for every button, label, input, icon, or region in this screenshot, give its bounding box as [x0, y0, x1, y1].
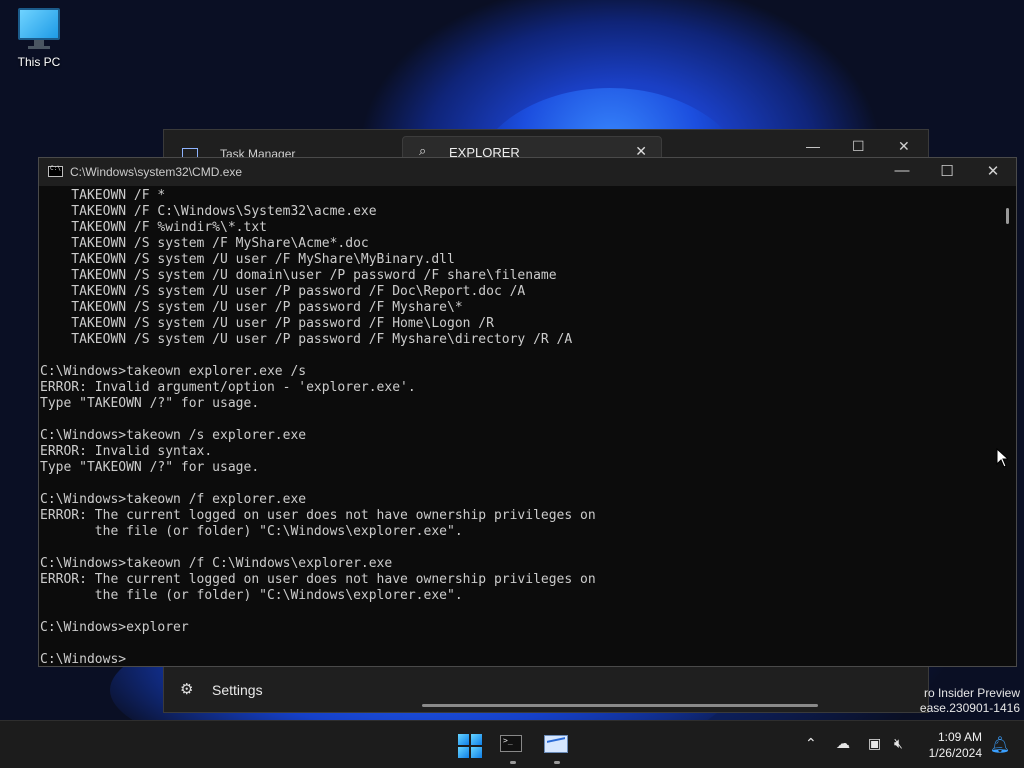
minimize-button[interactable]: — — [806, 138, 820, 154]
running-indicator — [510, 761, 516, 764]
cmd-window[interactable]: C:\Windows\system32\CMD.exe — ☐ ✕ TAKEOW… — [38, 157, 1017, 667]
network-icon[interactable]: ▣ — [868, 735, 881, 752]
cmd-output[interactable]: TAKEOWN /F * TAKEOWN /F C:\Windows\Syste… — [40, 188, 1000, 666]
terminal-line: ERROR: Invalid syntax. — [40, 444, 213, 459]
running-indicator — [554, 761, 560, 764]
terminal-line: Type "TAKEOWN /?" for usage. — [40, 396, 260, 411]
terminal-line: the file (or folder) "C:\Windows\explore… — [40, 524, 463, 539]
terminal-line: C:\Windows>takeown explorer.exe /s — [40, 364, 307, 379]
cmd-titlebar[interactable]: C:\Windows\system32\CMD.exe — ☐ ✕ — [39, 158, 1016, 186]
settings-label: Settings — [212, 682, 263, 698]
minimize-button[interactable]: — — [887, 162, 917, 179]
cloud-offline-icon[interactable]: ☁ — [836, 735, 850, 752]
monitor-icon — [18, 8, 60, 46]
volume-muted-icon[interactable]: 🔇︎ — [894, 735, 903, 752]
terminal-line: TAKEOWN /S system /F MyShare\Acme*.doc — [40, 236, 369, 251]
terminal-line: TAKEOWN /S system /U user /P password /F… — [40, 300, 463, 315]
cmd-icon — [48, 165, 63, 177]
terminal-line: the file (or folder) "C:\Windows\explore… — [40, 588, 463, 603]
terminal-icon — [500, 735, 522, 752]
clock-date: 1/26/2024 — [928, 746, 982, 760]
terminal-line: C:\Windows>takeown /f C:\Windows\explore… — [40, 556, 393, 571]
terminal-line: TAKEOWN /S system /U domain\user /P pass… — [40, 268, 557, 283]
terminal-line: C:\Windows>takeown /f explorer.exe — [40, 492, 307, 507]
terminal-line: Type "TAKEOWN /?" for usage. — [40, 460, 260, 475]
terminal-line: C:\Windows>explorer — [40, 620, 189, 635]
monitor-stand — [28, 46, 50, 49]
horizontal-scrollbar[interactable] — [422, 704, 818, 707]
close-button[interactable]: ✕ — [898, 138, 910, 155]
task-manager-taskbar-button[interactable] — [539, 729, 575, 764]
terminal-line: TAKEOWN /S system /U user /F MyShare\MyB… — [40, 252, 455, 267]
close-button[interactable]: ✕ — [978, 162, 1008, 180]
desktop-icon-label: This PC — [17, 55, 61, 69]
desktop-icon-this-pc[interactable]: This PC — [10, 8, 68, 78]
terminal-line: TAKEOWN /S system /U user /P password /F… — [40, 316, 494, 331]
windows-logo-icon — [458, 734, 482, 758]
vertical-scrollbar[interactable] — [999, 186, 1016, 666]
settings-nav-item[interactable]: ⚙ Settings — [164, 666, 404, 712]
terminal-line: ERROR: The current logged on user does n… — [40, 572, 596, 587]
notification-bell-icon[interactable]: 🔔︎ — [990, 735, 1010, 755]
start-button[interactable] — [450, 729, 486, 761]
task-manager-icon — [544, 735, 568, 753]
gear-icon: ⚙ — [180, 681, 194, 698]
terminal-line: C:\Windows> — [40, 652, 127, 666]
watermark-line-2: ease.230901-1416 — [919, 701, 1020, 715]
terminal-line: ERROR: The current logged on user does n… — [40, 508, 596, 523]
watermark-line-1: ro Insider Preview — [923, 686, 1020, 700]
terminal-line: TAKEOWN /S system /U user /P password /F… — [40, 332, 573, 347]
scrollbar-thumb[interactable] — [1006, 208, 1009, 224]
maximize-button[interactable]: ☐ — [852, 138, 865, 155]
terminal-line: TAKEOWN /F * — [40, 188, 166, 203]
cmd-title: C:\Windows\system32\CMD.exe — [70, 165, 243, 179]
clock[interactable]: 1:09 AM 1/26/2024 — [929, 729, 982, 761]
terminal-line: TAKEOWN /F %windir%\*.txt — [40, 220, 267, 235]
terminal-taskbar-button[interactable] — [495, 729, 531, 764]
terminal-line: TAKEOWN /S system /U user /P password /F… — [40, 284, 526, 299]
clock-time: 1:09 AM — [937, 730, 982, 744]
terminal-line: C:\Windows>takeown /s explorer.exe — [40, 428, 307, 443]
mouse-cursor-icon — [996, 448, 1008, 468]
terminal-line: TAKEOWN /F C:\Windows\System32\acme.exe — [40, 204, 377, 219]
taskbar: ⌃ ☁ ▣ 🔇︎ 1:09 AM 1/26/2024 🔔︎ — [0, 720, 1024, 768]
chevron-up-icon[interactable]: ⌃ — [805, 735, 817, 752]
maximize-button[interactable]: ☐ — [932, 162, 962, 180]
terminal-line: ERROR: Invalid argument/option - 'explor… — [40, 380, 416, 395]
